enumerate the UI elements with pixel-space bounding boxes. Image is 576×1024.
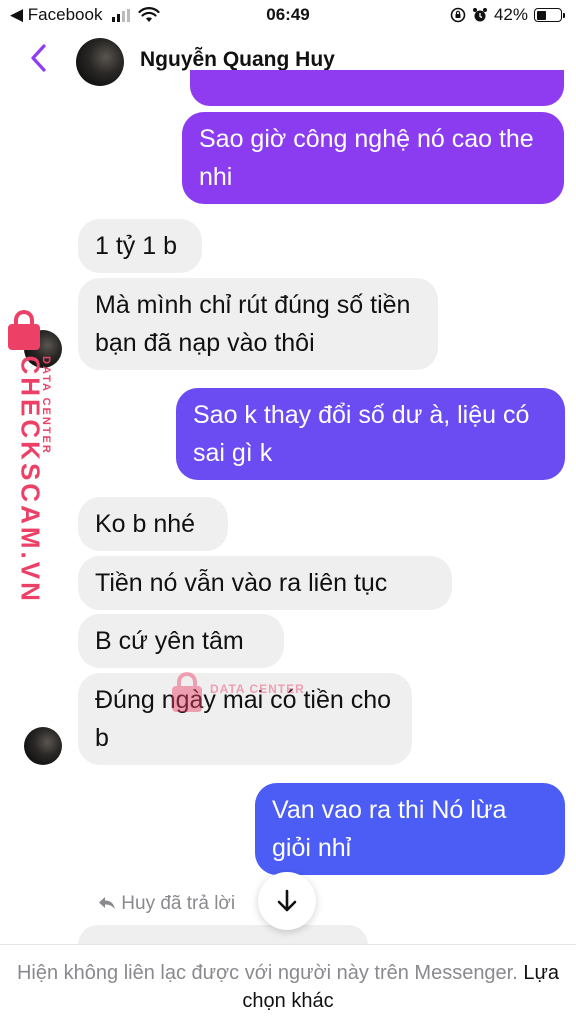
watermark-brand: CHECKSCAM.VN: [15, 355, 46, 604]
status-bar: ◀ Facebook 06:49 42%: [0, 0, 576, 30]
message-bubble-incoming[interactable]: 1 tỷ 1 b: [78, 219, 202, 273]
message-bubble-outgoing[interactable]: Sao giờ công nghệ nó cao the nhi: [182, 112, 564, 204]
message-bubble-outgoing[interactable]: Van vao ra thi Nó lừa giỏi nhỉ: [255, 783, 565, 875]
lock-icon: [172, 672, 202, 712]
reply-indicator: Huy đã trả lời: [98, 893, 235, 915]
unavailable-notice: Hiện không liên lạc được với người này t…: [16, 962, 518, 984]
reply-arrow-icon: [99, 897, 115, 909]
unavailable-footer: Hiện không liên lạc được với người này t…: [0, 944, 576, 1024]
contact-name[interactable]: Nguyễn Quang Huy: [140, 48, 335, 72]
message-bubble-outgoing[interactable]: Sao k thay đổi số dư à, liệu có sai gì k: [176, 388, 565, 480]
message-bubble-incoming[interactable]: Tiền nó vẫn vào ra liên tục: [78, 556, 452, 610]
back-chevron-icon[interactable]: [28, 40, 50, 76]
message-bubble-incoming[interactable]: Ko b nhé: [78, 497, 228, 551]
reply-indicator-text: Huy đã trả lời: [121, 893, 236, 914]
contact-avatar[interactable]: [76, 38, 124, 86]
contact-avatar-small[interactable]: [24, 727, 62, 765]
scroll-to-bottom-button[interactable]: [258, 872, 316, 930]
message-bubble-incoming[interactable]: B cứ yên tâm: [78, 614, 284, 668]
checkscam-watermark: DATA CENTER CHECKSCAM.VN: [8, 310, 64, 604]
arrow-down-icon: [277, 889, 297, 912]
message-bubble-incoming[interactable]: Mà mình chỉ rút đúng số tiền bạn đã nạp …: [78, 278, 438, 370]
watermark-tag-center: DATA CENTER: [210, 682, 305, 696]
lock-icon: [8, 310, 40, 350]
battery-icon: [534, 8, 565, 22]
partial-outgoing-bubble: [190, 70, 564, 106]
battery-percent: 42%: [493, 5, 528, 24]
alarm-icon: [472, 8, 487, 22]
partial-incoming-bubble: [78, 925, 368, 945]
orientation-lock-icon: [450, 7, 466, 23]
center-watermark: DATA CENTER: [172, 672, 382, 716]
status-bar-right: 42%: [450, 5, 565, 25]
